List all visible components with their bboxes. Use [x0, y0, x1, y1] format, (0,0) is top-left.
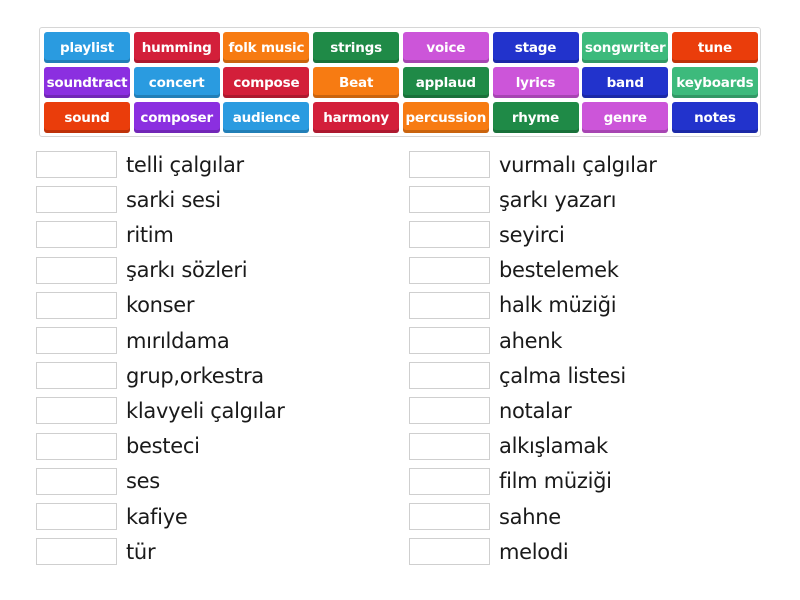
word-tile[interactable]: concert: [133, 67, 220, 98]
match-row: klavyeli çalgılar: [36, 397, 285, 425]
match-row: notalar: [409, 397, 572, 425]
match-row: şarkı sözleri: [36, 256, 248, 284]
match-row: ses: [36, 467, 160, 495]
drop-target-box[interactable]: [409, 432, 490, 460]
drop-target-box[interactable]: [36, 186, 117, 214]
drop-target-box[interactable]: [36, 327, 117, 354]
definition-label: film müziği: [499, 469, 612, 494]
definition-label: seyirci: [499, 222, 565, 247]
drop-target-box[interactable]: [409, 221, 490, 249]
drop-target-box[interactable]: [409, 327, 490, 354]
word-bank: playlist humming folk music strings voice sta…: [39, 27, 761, 137]
match-row: bestelemek: [409, 256, 619, 284]
drop-target-box[interactable]: [36, 221, 117, 249]
word-tile[interactable]: voice: [402, 32, 489, 63]
match-row: film müziği: [409, 467, 612, 495]
word-tile[interactable]: stage: [492, 32, 579, 63]
definition-label: sarki sesi: [126, 187, 221, 212]
match-row: çalma listesi: [409, 362, 626, 390]
word-tile[interactable]: composer: [133, 102, 220, 133]
definition-label: mırıldama: [126, 328, 230, 353]
drop-target-box[interactable]: [36, 432, 117, 460]
drop-target-box[interactable]: [36, 256, 117, 284]
match-row: grup,orkestra: [36, 362, 264, 390]
match-row: kafiye: [36, 503, 188, 530]
definition-label: şarkı yazarı: [499, 187, 617, 212]
match-row: tür: [36, 538, 156, 566]
word-tile[interactable]: humming: [133, 32, 220, 63]
definition-label: besteci: [126, 434, 200, 459]
definition-label: vurmalı çalgılar: [499, 152, 657, 177]
definition-label: konser: [126, 293, 195, 318]
word-tile[interactable]: compose: [223, 67, 310, 98]
drop-target-box[interactable]: [409, 186, 490, 214]
definition-label: ritim: [126, 222, 174, 247]
match-row: vurmalı çalgılar: [409, 151, 657, 178]
word-tile[interactable]: lyrics: [492, 67, 579, 98]
word-tile[interactable]: rhyme: [492, 102, 579, 133]
match-row: ritim: [36, 221, 174, 249]
word-tile[interactable]: tune: [671, 32, 758, 63]
drop-target-box[interactable]: [36, 503, 117, 530]
match-row: sahne: [409, 503, 561, 530]
match-row: seyirci: [409, 221, 565, 249]
definition-label: alkışlamak: [499, 434, 608, 459]
definition-label: ahenk: [499, 328, 563, 353]
drop-target-box[interactable]: [409, 362, 490, 390]
match-row: besteci: [36, 432, 200, 460]
drop-target-box[interactable]: [36, 362, 117, 390]
match-row: alkışlamak: [409, 432, 608, 460]
drop-target-box[interactable]: [409, 256, 490, 284]
definition-label: klavyeli çalgılar: [126, 398, 285, 423]
definition-label: sahne: [499, 504, 561, 529]
drop-target-box[interactable]: [409, 397, 490, 425]
word-tile[interactable]: harmony: [313, 102, 400, 133]
definition-label: tür: [126, 539, 156, 564]
definition-label: şarkı sözleri: [126, 258, 248, 283]
definition-label: bestelemek: [499, 258, 619, 283]
drop-target-box[interactable]: [409, 291, 490, 319]
drop-target-box[interactable]: [36, 538, 117, 566]
match-row: melodi: [409, 538, 569, 566]
word-tile[interactable]: strings: [313, 32, 400, 63]
definition-label: halk müziği: [499, 293, 617, 318]
definition-label: notalar: [499, 398, 572, 423]
definition-label: grup,orkestra: [126, 363, 264, 388]
word-tile[interactable]: keyboards: [671, 67, 758, 98]
drop-target-box[interactable]: [36, 151, 117, 178]
word-tile[interactable]: band: [582, 67, 669, 98]
drop-target-box[interactable]: [409, 503, 490, 530]
drop-target-box[interactable]: [409, 467, 490, 495]
definition-label: ses: [126, 469, 160, 494]
definition-label: telli çalgılar: [126, 152, 244, 177]
drop-target-box[interactable]: [409, 538, 490, 566]
match-row: ahenk: [409, 327, 562, 354]
word-tile[interactable]: notes: [671, 102, 758, 133]
match-row: konser: [36, 291, 195, 319]
drop-target-box[interactable]: [36, 291, 117, 319]
match-row: sarki sesi: [36, 186, 221, 214]
drop-target-box[interactable]: [409, 151, 490, 178]
definition-label: çalma listesi: [499, 363, 626, 388]
match-row: halk müziği: [409, 291, 617, 319]
word-tile[interactable]: audience: [223, 102, 310, 133]
word-tile[interactable]: folk music: [223, 32, 310, 63]
word-tile[interactable]: applaud: [402, 67, 489, 98]
word-tile[interactable]: Beat: [313, 67, 400, 98]
word-tile[interactable]: sound: [44, 102, 130, 133]
match-row: şarkı yazarı: [409, 186, 617, 214]
word-tile[interactable]: percussion: [402, 102, 489, 133]
definition-label: kafiye: [126, 504, 188, 529]
word-tile[interactable]: playlist: [44, 32, 130, 63]
word-tile[interactable]: genre: [582, 102, 669, 133]
definition-label: melodi: [499, 539, 569, 564]
match-row: mırıldama: [36, 327, 230, 354]
word-tile[interactable]: songwriter: [582, 32, 669, 63]
drop-target-box[interactable]: [36, 467, 117, 495]
match-row: telli çalgılar: [36, 151, 244, 178]
drop-target-box[interactable]: [36, 397, 117, 425]
word-tile[interactable]: soundtract: [44, 67, 130, 98]
